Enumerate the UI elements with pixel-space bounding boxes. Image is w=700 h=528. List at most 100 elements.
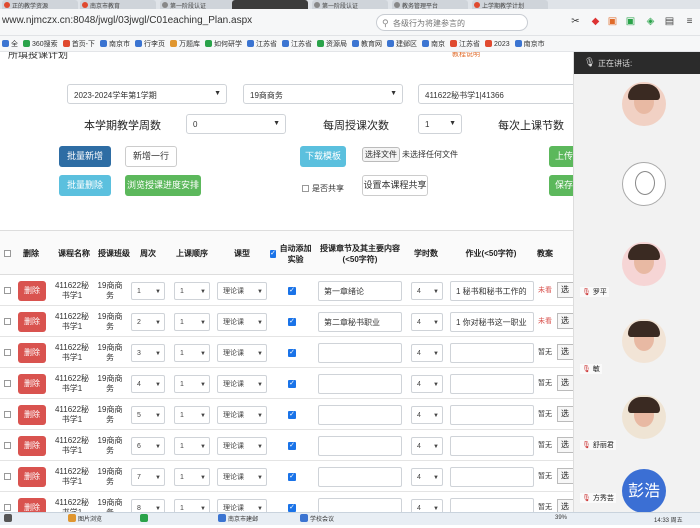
share-checkbox[interactable]: 是否共享 (302, 183, 344, 194)
row-checkbox[interactable] (3, 442, 11, 449)
content-input[interactable] (318, 404, 402, 425)
choose-plan-button[interactable]: 选 (557, 282, 573, 298)
week-select[interactable]: 1 ▼ (131, 281, 165, 300)
week-select[interactable]: 3 ▼ (131, 343, 165, 362)
bookmark-item[interactable]: 行李页 (135, 39, 165, 49)
browser-tab[interactable]: 教务管理平台 (392, 0, 468, 9)
auto-experiment-checkbox[interactable]: ✓ (288, 379, 296, 388)
content-input[interactable] (318, 435, 402, 456)
delete-row-button[interactable]: 删除 (18, 404, 46, 425)
auto-experiment-checkbox[interactable]: ✓ (288, 348, 296, 357)
url-field[interactable]: www.njmczx.cn:8048/jwgl/03jwgl/C01eachin… (2, 15, 252, 26)
homework-input[interactable] (450, 497, 534, 512)
row-checkbox[interactable] (3, 318, 11, 325)
delete-row-button[interactable]: 删除 (18, 342, 46, 363)
order-select[interactable]: 1 ▼ (174, 498, 210, 512)
set-shared-button[interactable]: 设置本课程共享 (362, 175, 428, 196)
delete-row-button[interactable]: 删除 (18, 435, 46, 456)
week-select[interactable]: 5 ▼ (131, 405, 165, 424)
choose-plan-button[interactable]: 选 (557, 468, 573, 484)
auto-experiment-checkbox[interactable]: ✓ (288, 441, 296, 450)
delete-row-button[interactable]: 删除 (18, 497, 46, 512)
content-input[interactable] (318, 466, 402, 487)
choose-plan-button[interactable]: 选 (557, 499, 573, 512)
taskbar-item[interactable]: 图片浏览 (68, 514, 102, 525)
hours-select[interactable]: 4 ▼ (411, 312, 443, 331)
row-checkbox[interactable] (3, 380, 11, 387)
homework-input[interactable] (450, 342, 534, 363)
bookmark-item[interactable]: 南京 (422, 39, 445, 49)
semester-select[interactable]: 2023-2024学年第1学期 ▼ (67, 84, 227, 104)
order-select[interactable]: 1 ▼ (174, 281, 210, 300)
order-select[interactable]: 1 ▼ (174, 312, 210, 331)
hours-select[interactable]: 4 ▼ (411, 374, 443, 393)
homework-input[interactable] (450, 373, 534, 394)
bookmark-item[interactable]: 建邺区 (387, 39, 417, 49)
hours-select[interactable]: 4 ▼ (411, 343, 443, 362)
delete-row-button[interactable]: 删除 (18, 373, 46, 394)
batch-delete-button[interactable]: 批量删除 (59, 175, 111, 196)
browse-progress-button[interactable]: 浏览授课进度安排 (125, 175, 201, 196)
type-select[interactable]: 理论课 ▼ (217, 498, 267, 512)
row-checkbox[interactable] (3, 287, 11, 294)
choose-file-button[interactable]: 选择文件 (362, 147, 400, 162)
download-template-button[interactable]: 下载模板 (300, 146, 346, 167)
order-select[interactable]: 1 ▼ (174, 405, 210, 424)
browser-tab[interactable]: 正的教学资源 (2, 0, 78, 9)
bookmark-item[interactable]: 江苏省 (247, 39, 277, 49)
hours-select[interactable]: 4 ▼ (411, 405, 443, 424)
tab-list-icon[interactable]: ▤ (664, 16, 675, 27)
scissors-icon[interactable]: ✂ (570, 16, 581, 27)
upload-button[interactable]: 上传 (549, 146, 573, 167)
homework-input[interactable]: 1 你对秘书这一职业 (450, 311, 534, 332)
homework-input[interactable] (450, 435, 534, 456)
browser-tab[interactable]: 南京市教育 (80, 0, 156, 9)
class-select[interactable]: 19商商务 ▼ (243, 84, 403, 104)
choose-plan-button[interactable]: 选 (557, 406, 573, 422)
select-all-checkbox[interactable] (0, 231, 14, 276)
bookmark-item[interactable]: 360搜索 (23, 39, 58, 49)
type-select[interactable]: 理论课 ▼ (217, 312, 267, 331)
type-select[interactable]: 理论课 ▼ (217, 343, 267, 362)
homework-input[interactable] (450, 466, 534, 487)
type-select[interactable]: 理论课 ▼ (217, 436, 267, 455)
save-button[interactable]: 保存 (549, 175, 573, 196)
content-input[interactable] (318, 342, 402, 363)
auto-header-checkbox[interactable]: ✓ (270, 249, 277, 258)
type-select[interactable]: 理论课 ▼ (217, 405, 267, 424)
delete-row-button[interactable]: 删除 (18, 466, 46, 487)
bookmark-item[interactable]: 如何研学 (205, 39, 242, 49)
hours-select[interactable]: 1 ▼ (418, 114, 462, 134)
bookmark-item[interactable]: 江苏省 (282, 39, 312, 49)
homework-input[interactable] (450, 404, 534, 425)
gift-icon[interactable]: ▣ (607, 16, 618, 27)
auto-experiment-checkbox[interactable]: ✓ (288, 410, 296, 419)
bookmark-item[interactable]: 万题库 (170, 39, 200, 49)
order-select[interactable]: 1 ▼ (174, 374, 210, 393)
delete-row-button[interactable]: 删除 (18, 280, 46, 301)
auto-experiment-checkbox[interactable]: ✓ (288, 317, 296, 326)
vpn-icon[interactable]: ◈ (645, 16, 656, 27)
bookmark-item[interactable]: 南京市 (100, 39, 130, 49)
order-select[interactable]: 1 ▼ (174, 436, 210, 455)
course-select[interactable]: 411622秘书学1|41366 (418, 84, 573, 104)
menu-icon[interactable]: ≡ (684, 16, 695, 27)
extension-icon[interactable]: ▣ (625, 16, 636, 27)
hours-select[interactable]: 4 ▼ (411, 281, 443, 300)
row-checkbox[interactable] (3, 349, 11, 356)
delete-row-button[interactable]: 删除 (18, 311, 46, 332)
bookmark-item[interactable]: 首页-下 (62, 39, 95, 49)
add-row-button[interactable]: 新增一行 (125, 146, 177, 167)
bookmark-item[interactable]: 南京市 (514, 39, 545, 49)
auto-experiment-checkbox[interactable]: ✓ (288, 472, 296, 481)
content-input[interactable] (318, 373, 402, 394)
row-checkbox[interactable] (3, 504, 11, 511)
hours-select[interactable]: 4 ▼ (411, 498, 443, 512)
batch-add-button[interactable]: 批量新增 (59, 146, 111, 167)
browser-tab[interactable]: 第一阶段认证 (312, 0, 388, 9)
content-input[interactable]: 第二章秘书职业 (318, 311, 402, 332)
auto-experiment-checkbox[interactable]: ✓ (288, 503, 296, 512)
help-link[interactable]: 教程说明 (452, 52, 480, 58)
game-icon[interactable]: ◆ (590, 16, 601, 27)
row-checkbox[interactable] (3, 411, 11, 418)
